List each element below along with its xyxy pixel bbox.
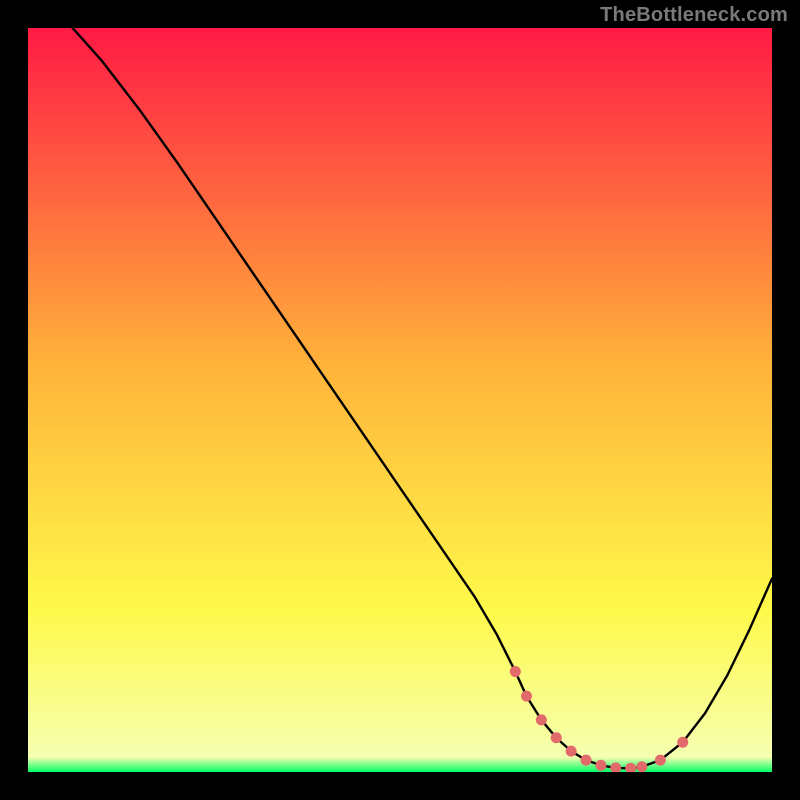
optimum-marker [636,761,647,772]
optimum-marker [595,760,606,771]
bottleneck-chart [28,28,772,772]
optimum-marker [655,755,666,766]
optimum-marker [677,737,688,748]
optimum-marker [521,691,532,702]
optimum-marker [581,755,592,766]
optimum-marker [510,666,521,677]
gradient-background [28,28,772,772]
watermark-text: TheBottleneck.com [600,4,788,27]
optimum-marker [536,714,547,725]
optimum-marker [566,746,577,757]
plot-area [28,28,772,772]
chart-frame: TheBottleneck.com [0,0,800,800]
optimum-marker [551,732,562,743]
